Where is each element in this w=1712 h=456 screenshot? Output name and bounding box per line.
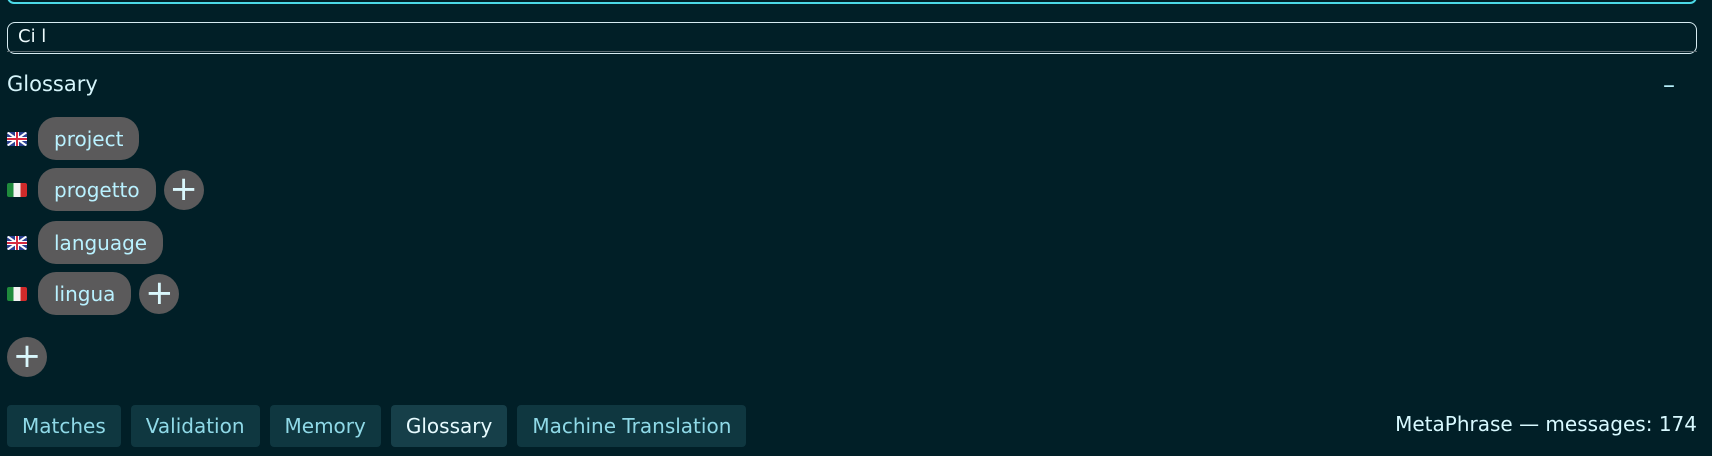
translation-text-field[interactable]: Ci l	[7, 22, 1697, 54]
collapse-panel-button[interactable]: –	[1658, 73, 1680, 97]
italy-flag-icon	[7, 182, 27, 197]
section-divider	[7, 51, 1697, 52]
source-term-row: language	[7, 221, 607, 264]
glossary-entry: project progetto +	[7, 117, 607, 211]
glossary-entry: language lingua +	[7, 221, 607, 315]
source-term-chip[interactable]: language	[38, 221, 164, 264]
status-text: MetaPhrase — messages: 174	[1395, 412, 1697, 436]
tab-memory[interactable]: Memory	[269, 405, 381, 447]
add-target-term-button[interactable]: +	[139, 273, 180, 314]
source-term-chip[interactable]: project	[38, 117, 140, 160]
source-term-row: project	[7, 117, 607, 160]
translation-text-value: Ci l	[18, 26, 47, 47]
target-term-chip[interactable]: lingua	[38, 272, 132, 315]
target-term-row: progetto +	[7, 168, 607, 211]
uk-flag-icon	[7, 131, 27, 146]
italy-flag-icon	[7, 286, 27, 301]
source-text-field[interactable]	[7, 0, 1697, 4]
tab-matches[interactable]: Matches	[7, 405, 121, 447]
tab-glossary[interactable]: Glossary	[390, 405, 508, 447]
target-term-row: lingua +	[7, 272, 607, 315]
target-term-chip[interactable]: progetto	[38, 168, 156, 211]
tab-validation[interactable]: Validation	[130, 405, 260, 447]
add-target-term-button[interactable]: +	[163, 169, 204, 210]
bottom-tab-bar: Matches Validation Memory Glossary Machi…	[7, 405, 747, 447]
glossary-panel-title: Glossary	[7, 72, 98, 96]
uk-flag-icon	[7, 235, 27, 250]
tab-machine-translation[interactable]: Machine Translation	[517, 405, 747, 447]
glossary-entries: project progetto + language lingua +	[7, 117, 607, 325]
add-glossary-entry-button[interactable]: +	[7, 337, 47, 377]
